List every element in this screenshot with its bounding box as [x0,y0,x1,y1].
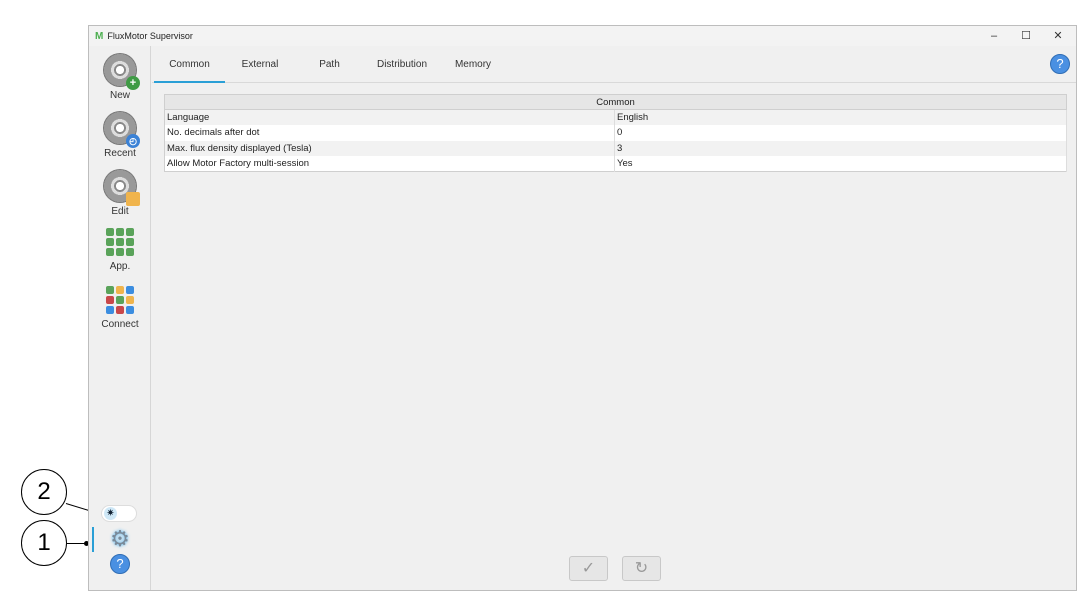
app-grid-icon [106,228,134,256]
sun-icon: ✷ [104,507,117,520]
annotation-2: 2 [21,469,67,515]
tab-memory[interactable]: Memory [440,46,506,83]
clock-icon: ◴ [126,134,140,148]
setting-name: Max. flux density displayed (Tesla) [164,140,615,156]
setting-value[interactable]: 0 [614,125,1067,141]
theme-toggle[interactable]: ✷ [101,505,137,522]
sidebar-help-button[interactable]: ? [110,554,130,574]
sidebar-item-label: New [109,90,130,101]
sidebar-item-connect[interactable]: Connect [89,286,151,330]
tab-distribution[interactable]: Distribution [367,46,437,83]
setting-name: No. decimals after dot [164,125,615,141]
sidebar-item-new[interactable]: + New [89,53,151,101]
setting-value[interactable]: Yes [614,156,1067,172]
table-row[interactable]: Allow Motor Factory multi-session Yes [164,156,1067,172]
table-header: Common [164,94,1067,110]
minimize-button[interactable]: – [978,26,1010,46]
sidebar-item-recent[interactable]: ◴ Recent [89,111,151,159]
folder-icon [126,192,140,206]
common-settings-table: Common Language English No. decimals afte… [164,94,1067,172]
sidebar: + New ◴ Recent Edit App. Connect ✷ ⚙ ? [89,46,151,590]
tab-path[interactable]: Path [302,46,357,83]
setting-name: Language [164,109,615,125]
window-title: FluxMotor Supervisor [107,31,193,41]
table-row[interactable]: Language English [164,109,1067,125]
help-button[interactable]: ? [1050,54,1070,74]
apply-button[interactable]: ✓ [569,556,608,581]
setting-value[interactable]: English [614,109,1067,125]
table-row[interactable]: Max. flux density displayed (Tesla) 3 [164,140,1067,156]
setting-value[interactable]: 3 [614,140,1067,156]
tab-bar: Common External Path Distribution Memory… [152,46,1076,83]
maximize-button[interactable]: ☐ [1010,26,1042,46]
motor-wheel-icon: + [103,53,140,90]
active-indicator [92,527,94,552]
sidebar-item-label: Connect [101,319,139,330]
motor-wheel-icon [103,169,140,206]
sidebar-item-app[interactable]: App. [89,228,151,272]
sidebar-item-edit[interactable]: Edit [89,169,151,217]
table-row[interactable]: No. decimals after dot 0 [164,125,1067,141]
sidebar-item-label: Recent [104,148,136,159]
app-logo-icon: M [95,30,104,42]
close-button[interactable]: ✕ [1042,26,1074,46]
reset-button[interactable]: ↻ [622,556,661,581]
settings-gear-button[interactable]: ⚙ [109,528,131,550]
sidebar-item-label: App. [109,261,131,272]
title-bar: M FluxMotor Supervisor – ☐ ✕ [89,26,1076,46]
tab-common[interactable]: Common [154,46,225,83]
annotation-1: 1 [21,520,67,566]
tab-external[interactable]: External [227,46,293,83]
setting-name: Allow Motor Factory multi-session [164,156,615,172]
annotation-1-leader [67,543,85,544]
connect-grid-icon [106,286,134,314]
sidebar-item-label: Edit [111,206,129,217]
plus-icon: + [126,76,140,90]
app-window: M FluxMotor Supervisor – ☐ ✕ + New ◴ Rec… [88,25,1077,591]
motor-wheel-icon: ◴ [103,111,140,148]
